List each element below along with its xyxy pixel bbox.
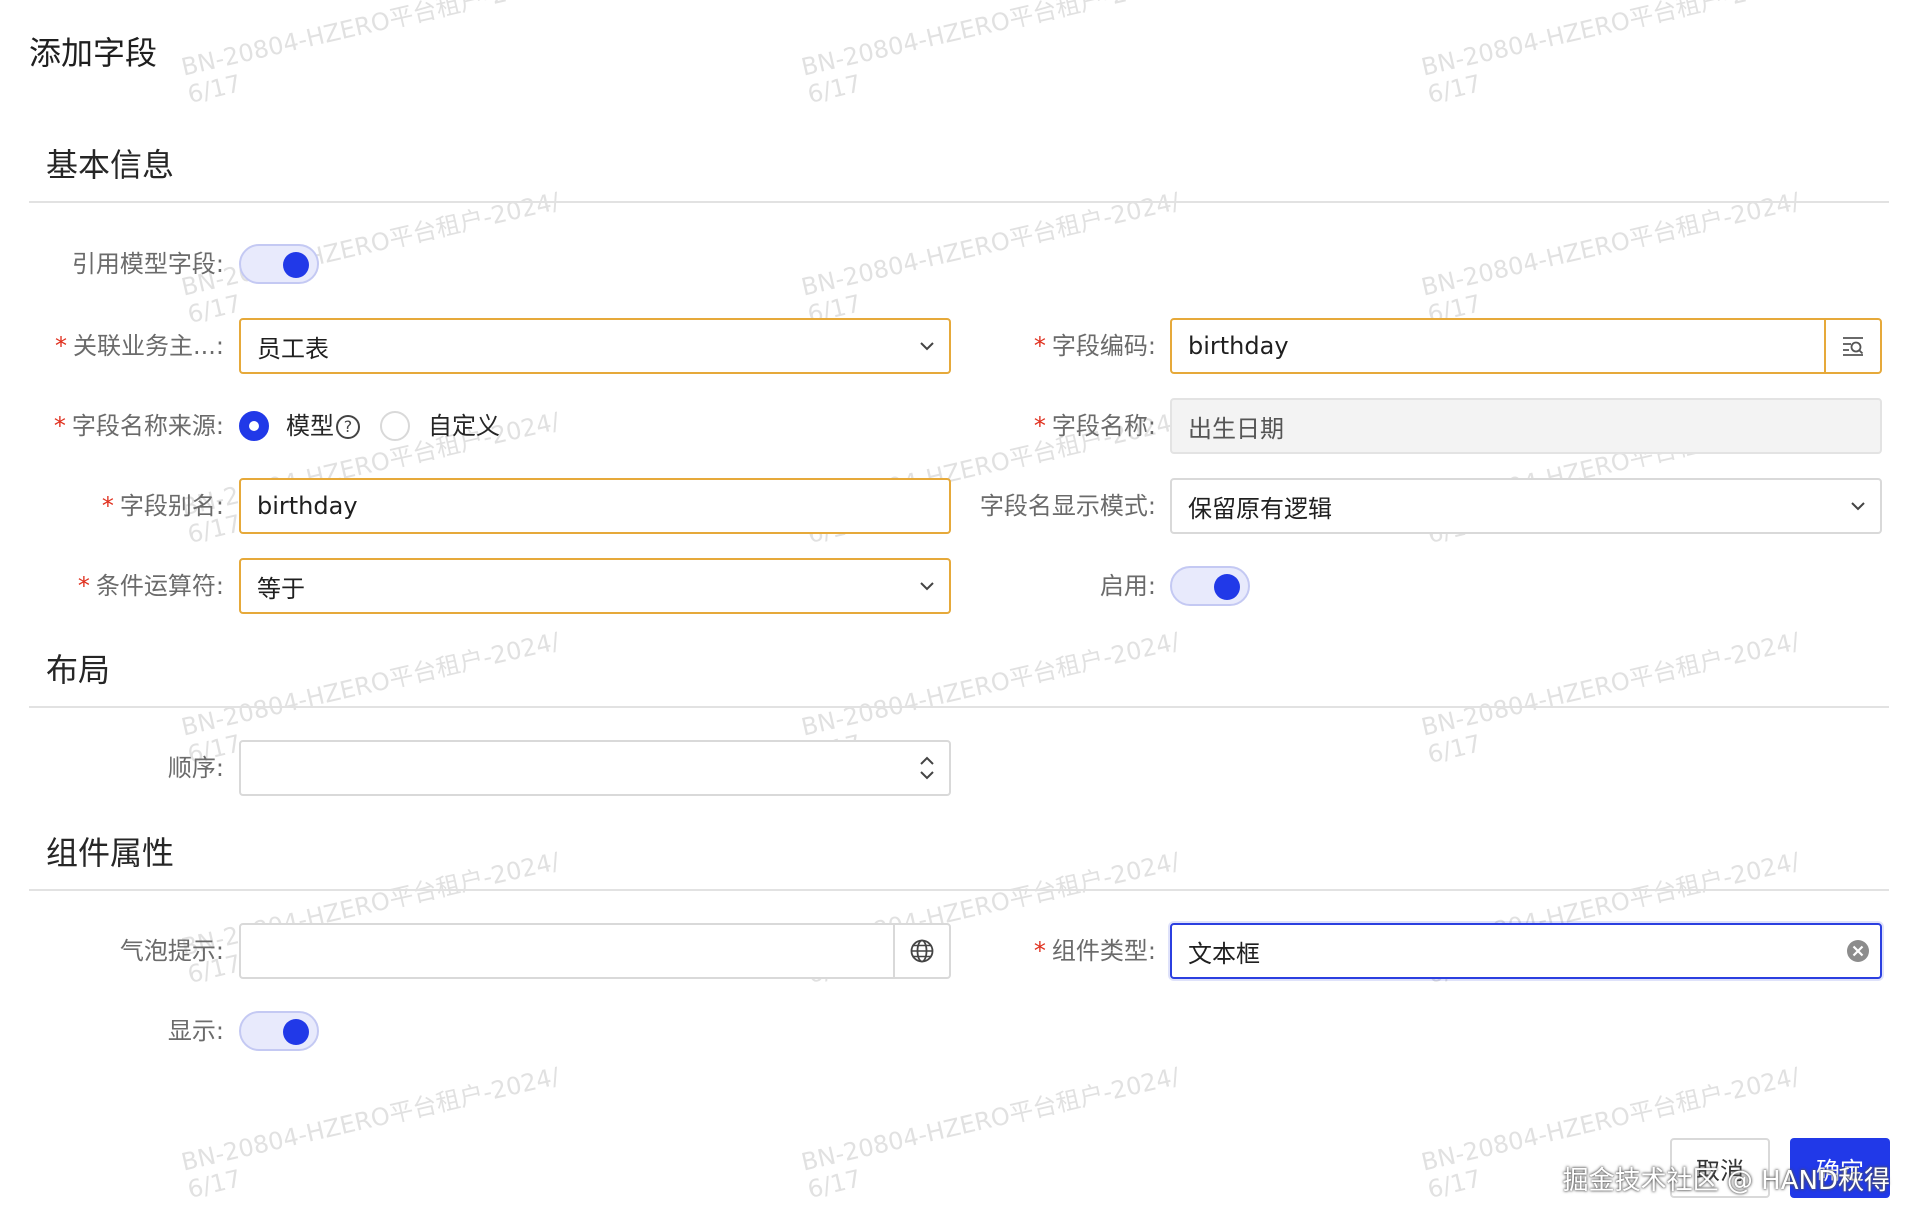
chevron-up-icon[interactable] bbox=[919, 756, 935, 766]
radio-model[interactable] bbox=[239, 411, 269, 441]
section-title-component: 组件属性 bbox=[46, 834, 175, 872]
operator-label: * 条件运算符: bbox=[77, 572, 224, 600]
component-type-value: 文本框 bbox=[1188, 939, 1260, 968]
operator-select[interactable]: 等于 bbox=[239, 558, 951, 614]
watermark: BN-20804-HZERO平台租户-2024/6/17 bbox=[1418, 187, 1803, 329]
section-title-layout: 布局 bbox=[46, 651, 111, 689]
radio-custom-label[interactable]: 自定义 bbox=[428, 411, 500, 441]
business-object-label: * 关联业务主...: bbox=[55, 332, 224, 360]
dialog-title: 添加字段 bbox=[29, 34, 158, 72]
number-stepper[interactable] bbox=[905, 742, 949, 794]
component-type-select[interactable]: 文本框 bbox=[1170, 923, 1882, 979]
chevron-down-icon[interactable] bbox=[1836, 480, 1880, 532]
watermark: BN-20804-HZERO平台租户-2024/6/17 bbox=[1418, 627, 1803, 769]
watermark: BN-20804-HZERO平台租户-2024/6/17 bbox=[798, 187, 1183, 329]
switch-knob bbox=[1214, 574, 1240, 600]
chevron-down-icon[interactable] bbox=[919, 770, 935, 780]
name-display-mode-label: 字段名显示模式: bbox=[979, 492, 1156, 520]
field-name-label: * 字段名称: bbox=[1033, 412, 1156, 440]
field-code-input[interactable]: birthday bbox=[1170, 318, 1882, 374]
business-object-select[interactable]: 员工表 bbox=[239, 318, 951, 374]
order-label: 顺序: bbox=[167, 754, 224, 782]
visible-label: 显示: bbox=[167, 1017, 224, 1045]
watermark: BN-20804-HZERO平台租户-2024/6/17 bbox=[178, 187, 563, 329]
required-mark: * bbox=[55, 332, 68, 360]
section-title-basic: 基本信息 bbox=[46, 146, 175, 184]
globe-icon[interactable] bbox=[893, 925, 949, 977]
operator-value: 等于 bbox=[257, 574, 305, 603]
source-credit: 掘金技术社区 @ HAND秋得 bbox=[1562, 1166, 1890, 1196]
tooltip-label: 气泡提示: bbox=[119, 937, 224, 965]
business-object-value: 员工表 bbox=[257, 334, 329, 363]
name-source-label: * 字段名称来源: bbox=[53, 412, 224, 440]
section-divider bbox=[29, 889, 1889, 891]
help-icon[interactable]: ? bbox=[336, 415, 360, 439]
section-divider bbox=[29, 201, 1889, 203]
enabled-label: 启用: bbox=[1099, 572, 1156, 600]
required-mark: * bbox=[101, 492, 114, 520]
field-alias-input[interactable]: birthday bbox=[239, 478, 951, 534]
lookup-search-icon[interactable] bbox=[1824, 320, 1880, 372]
tooltip-input[interactable] bbox=[239, 923, 951, 979]
enabled-switch[interactable] bbox=[1170, 566, 1250, 606]
radio-model-label[interactable]: 模型? bbox=[286, 411, 360, 441]
required-mark: * bbox=[1033, 332, 1046, 360]
switch-knob bbox=[283, 252, 309, 278]
name-display-mode-value: 保留原有逻辑 bbox=[1188, 494, 1332, 523]
field-code-label: * 字段编码: bbox=[1033, 332, 1156, 360]
visible-switch[interactable] bbox=[239, 1011, 319, 1051]
component-type-label: * 组件类型: bbox=[1033, 937, 1156, 965]
radio-custom[interactable] bbox=[380, 411, 410, 441]
name-display-mode-select[interactable]: 保留原有逻辑 bbox=[1170, 478, 1882, 534]
required-mark: * bbox=[1033, 412, 1046, 440]
required-mark: * bbox=[53, 412, 66, 440]
chevron-down-icon[interactable] bbox=[905, 560, 949, 612]
field-name-value: 出生日期 bbox=[1188, 414, 1284, 443]
field-alias-label: * 字段别名: bbox=[101, 492, 224, 520]
required-mark: * bbox=[1033, 937, 1046, 965]
watermark: BN-20804-HZERO平台租户-2024/6/17 bbox=[178, 1062, 563, 1204]
field-alias-value: birthday bbox=[257, 492, 358, 520]
order-number-input[interactable] bbox=[239, 740, 951, 796]
switch-knob bbox=[283, 1019, 309, 1045]
ref-model-field-label: 引用模型字段: bbox=[71, 250, 224, 278]
watermark: BN-20804-HZERO平台租户-2024/6/17 bbox=[798, 1062, 1183, 1204]
clear-icon[interactable] bbox=[1836, 925, 1880, 977]
watermark: BN-20804-HZERO平台租户-2024/6/17 bbox=[798, 0, 1183, 109]
ref-model-field-switch[interactable] bbox=[239, 244, 319, 284]
watermark: BN-20804-HZERO平台租户-2024/6/17 bbox=[1418, 0, 1803, 109]
watermark: BN-20804-HZERO平台租户-2024/6/17 bbox=[178, 0, 563, 109]
required-mark: * bbox=[77, 572, 90, 600]
section-divider bbox=[29, 706, 1889, 708]
chevron-down-icon[interactable] bbox=[905, 320, 949, 372]
field-code-value: birthday bbox=[1188, 332, 1289, 360]
field-name-input: 出生日期 bbox=[1170, 398, 1882, 454]
